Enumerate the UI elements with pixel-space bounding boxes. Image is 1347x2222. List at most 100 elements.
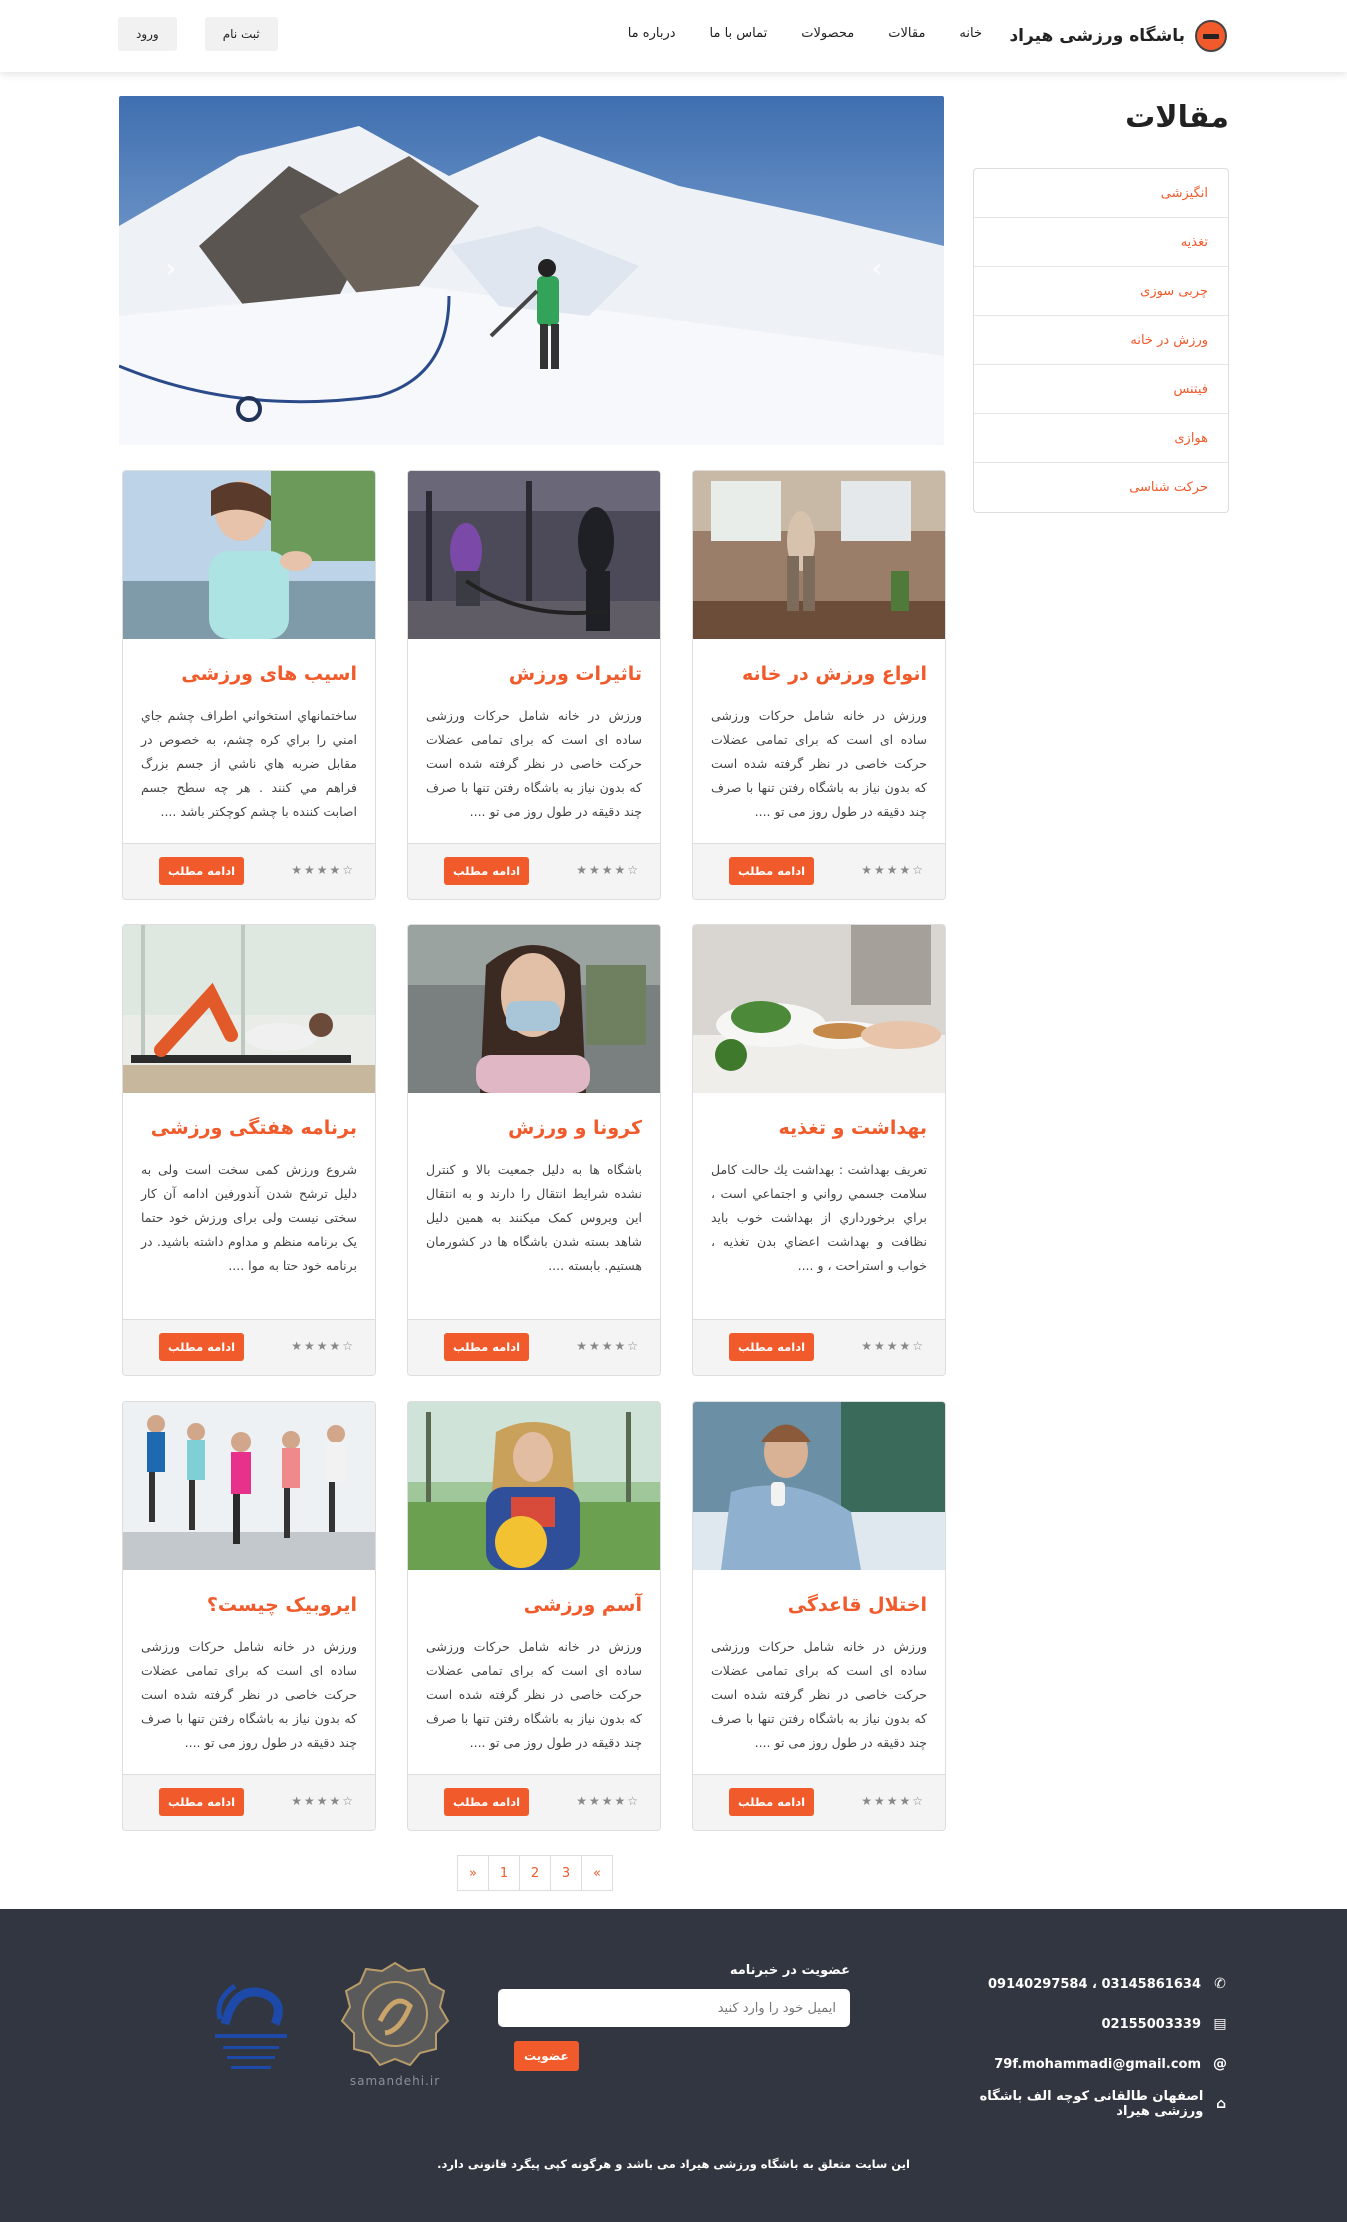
- article-excerpt: باشگاه ها به دلیل جمعیت بالا و کنترل نشد…: [426, 1162, 642, 1273]
- samandehi-badge[interactable]: samandehi.ir: [340, 1961, 450, 2091]
- enamad-logo-icon: [215, 1983, 287, 2069]
- star-rating-icon[interactable]: ☆★★★★: [576, 1794, 640, 1808]
- category-item-fitness[interactable]: فیتنس: [974, 365, 1228, 414]
- article-excerpt: ساختمانهاي استخواني اطراف چشم جاي امني ر…: [141, 708, 357, 819]
- star-rating-icon[interactable]: ☆★★★★: [291, 1339, 355, 1353]
- contact-info: ✆ 09140297584 ، 03145861634 ▤ 0215500333…: [929, 1964, 1229, 2124]
- category-item-motivational[interactable]: انگیزشی: [974, 169, 1228, 218]
- article-card: انواع ورزش در خانه ورزش در خانه شامل حرک…: [692, 470, 946, 900]
- star-rating-icon[interactable]: ☆★★★★: [291, 863, 355, 877]
- read-more-button[interactable]: ادامه مطلب: [159, 1333, 245, 1361]
- article-card-footer: ☆★★★★ ادامه مطلب: [408, 1774, 660, 1830]
- article-excerpt: ورزش در خانه شامل حرکات ورزشی ساده ای اس…: [711, 1639, 927, 1750]
- slider-next-arrow-icon[interactable]: ›: [865, 254, 889, 284]
- article-image-sports-injury[interactable]: [123, 471, 375, 639]
- article-image-covid-mask[interactable]: [408, 925, 660, 1093]
- star-rating-icon[interactable]: ☆★★★★: [576, 863, 640, 877]
- article-image-aerobics[interactable]: [123, 1402, 375, 1570]
- read-more-button[interactable]: ادامه مطلب: [729, 1333, 815, 1361]
- article-title[interactable]: برنامه هفتگی ورزشی: [151, 1117, 357, 1139]
- article-card-footer: ☆★★★★ ادامه مطلب: [123, 1774, 375, 1830]
- newsletter-subscribe-button[interactable]: عضویت: [514, 2041, 579, 2071]
- category-item-kinesiology[interactable]: حرکت شناسی: [974, 463, 1228, 512]
- contact-address: اصفهان طالقانی کوچه الف باشگاه ورزشی هیر…: [979, 2089, 1204, 2119]
- newsletter-email-input[interactable]: [498, 1989, 850, 2027]
- article-title[interactable]: کرونا و ورزش: [508, 1117, 642, 1139]
- slider-prev-arrow-icon[interactable]: ‹: [159, 254, 183, 284]
- article-card: تاثیرات ورزش ورزش در خانه شامل حرکات ورز…: [407, 470, 661, 900]
- star-rating-icon[interactable]: ☆★★★★: [861, 863, 925, 877]
- article-card: ایروبیک چیست؟ ورزش در خانه شامل حرکات ور…: [122, 1401, 376, 1831]
- pagination-page-1[interactable]: 1: [488, 1855, 520, 1891]
- auth-buttons: ورود ثبت نام: [118, 17, 278, 51]
- pagination-prev[interactable]: «: [457, 1855, 489, 1891]
- article-image-asthma[interactable]: [408, 1402, 660, 1570]
- article-card-footer: ☆★★★★ ادامه مطلب: [123, 843, 375, 899]
- nav-articles[interactable]: مقالات: [888, 26, 925, 41]
- article-image-menstrual[interactable]: [693, 1402, 945, 1570]
- read-more-button[interactable]: ادامه مطلب: [729, 1788, 815, 1816]
- main-nav: خانه مقالات محصولات تماس با ما درباره ما: [628, 26, 982, 41]
- article-card: برنامه هفتگی ورزشی شروع ورزش کمی سخت است…: [122, 924, 376, 1376]
- read-more-button[interactable]: ادامه مطلب: [444, 857, 530, 885]
- contact-phones: 09140297584 ، 03145861634: [988, 1976, 1201, 1992]
- article-excerpt: ورزش در خانه شامل حرکات ورزشی ساده ای اس…: [141, 1639, 357, 1750]
- pagination-page-2[interactable]: 2: [519, 1855, 551, 1891]
- article-title[interactable]: تاثیرات ورزش: [509, 663, 642, 685]
- article-image-nutrition[interactable]: [693, 925, 945, 1093]
- article-title[interactable]: انواع ورزش در خانه: [742, 663, 927, 685]
- copyright-text: این سایت متعلق به باشگاه ورزشی هیراد می …: [437, 2157, 910, 2171]
- nav-home[interactable]: خانه: [959, 26, 982, 41]
- read-more-button[interactable]: ادامه مطلب: [159, 857, 245, 885]
- dumbbell-logo-icon: [1195, 20, 1227, 52]
- nav-products[interactable]: محصولات: [801, 26, 854, 41]
- slider-image-mountain-climber: [119, 96, 944, 445]
- category-item-aerobic[interactable]: هوازی: [974, 414, 1228, 463]
- login-button[interactable]: ورود: [118, 17, 177, 51]
- site-header: باشگاه ورزشی هیراد خانه مقالات محصولات ت…: [0, 0, 1347, 72]
- article-title[interactable]: اسیب های ورزشی: [181, 663, 357, 685]
- brand-title: باشگاه ورزشی هیراد: [1009, 26, 1185, 46]
- category-list: انگیزشی تغذیه چربی سوزی ورزش در خانه فیت…: [973, 168, 1229, 513]
- category-item-fat-burning[interactable]: چربی سوزی: [974, 267, 1228, 316]
- read-more-button[interactable]: ادامه مطلب: [159, 1788, 245, 1816]
- enamad-badge[interactable]: [205, 1964, 297, 2084]
- article-image-home-workout[interactable]: [693, 471, 945, 639]
- phone-icon: ✆: [1214, 1976, 1226, 1992]
- article-card-footer: ☆★★★★ ادامه مطلب: [123, 1319, 375, 1375]
- read-more-button[interactable]: ادامه مطلب: [444, 1788, 530, 1816]
- category-item-home-workout[interactable]: ورزش در خانه: [974, 316, 1228, 365]
- category-item-nutrition[interactable]: تغذیه: [974, 218, 1228, 267]
- contact-address-row: ⌂ اصفهان طالقانی کوچه الف باشگاه ورزشی ه…: [929, 2084, 1229, 2124]
- contact-fax-row: ▤ 02155003339: [929, 2004, 1229, 2044]
- article-excerpt: تعریف بهداشت : بهداشت يك حالت كامل سلامت…: [711, 1162, 927, 1273]
- star-rating-icon[interactable]: ☆★★★★: [291, 1794, 355, 1808]
- contact-email[interactable]: 79f.mohammadi@gmail.com: [994, 2057, 1201, 2072]
- star-rating-icon[interactable]: ☆★★★★: [576, 1339, 640, 1353]
- article-title[interactable]: بهداشت و تغذیه: [779, 1117, 928, 1139]
- article-excerpt: ورزش در خانه شامل حرکات ورزشی ساده ای اس…: [426, 1639, 642, 1750]
- samandehi-seal-icon: [340, 1961, 450, 2067]
- article-card: اسیب های ورزشی ساختمانهاي استخواني اطراف…: [122, 470, 376, 900]
- contact-email-row: @ 79f.mohammadi@gmail.com: [929, 2044, 1229, 2084]
- star-rating-icon[interactable]: ☆★★★★: [861, 1339, 925, 1353]
- read-more-button[interactable]: ادامه مطلب: [729, 857, 815, 885]
- pagination-page-3[interactable]: 3: [550, 1855, 582, 1891]
- contact-fax: 02155003339: [1101, 2016, 1202, 2032]
- nav-about[interactable]: درباره ما: [628, 26, 676, 41]
- star-rating-icon[interactable]: ☆★★★★: [861, 1794, 925, 1808]
- register-button[interactable]: ثبت نام: [204, 17, 278, 51]
- pagination-next[interactable]: »: [581, 1855, 613, 1891]
- article-card: بهداشت و تغذیه تعریف بهداشت : بهداشت يك …: [692, 924, 946, 1376]
- article-title[interactable]: اختلال قاعدگی: [788, 1594, 927, 1616]
- article-image-weekly-program[interactable]: [123, 925, 375, 1093]
- contact-phone-row: ✆ 09140297584 ، 03145861634: [929, 1964, 1229, 2004]
- article-card-footer: ☆★★★★ ادامه مطلب: [693, 1319, 945, 1375]
- read-more-button[interactable]: ادامه مطلب: [444, 1333, 530, 1361]
- brand-link[interactable]: باشگاه ورزشی هیراد: [1009, 20, 1227, 52]
- article-image-gym-ropes[interactable]: [408, 471, 660, 639]
- article-title[interactable]: ایروبیک چیست؟: [207, 1594, 357, 1616]
- article-card-footer: ☆★★★★ ادامه مطلب: [408, 843, 660, 899]
- nav-contact[interactable]: تماس با ما: [710, 26, 768, 41]
- article-title[interactable]: آسم ورزشی: [524, 1594, 642, 1616]
